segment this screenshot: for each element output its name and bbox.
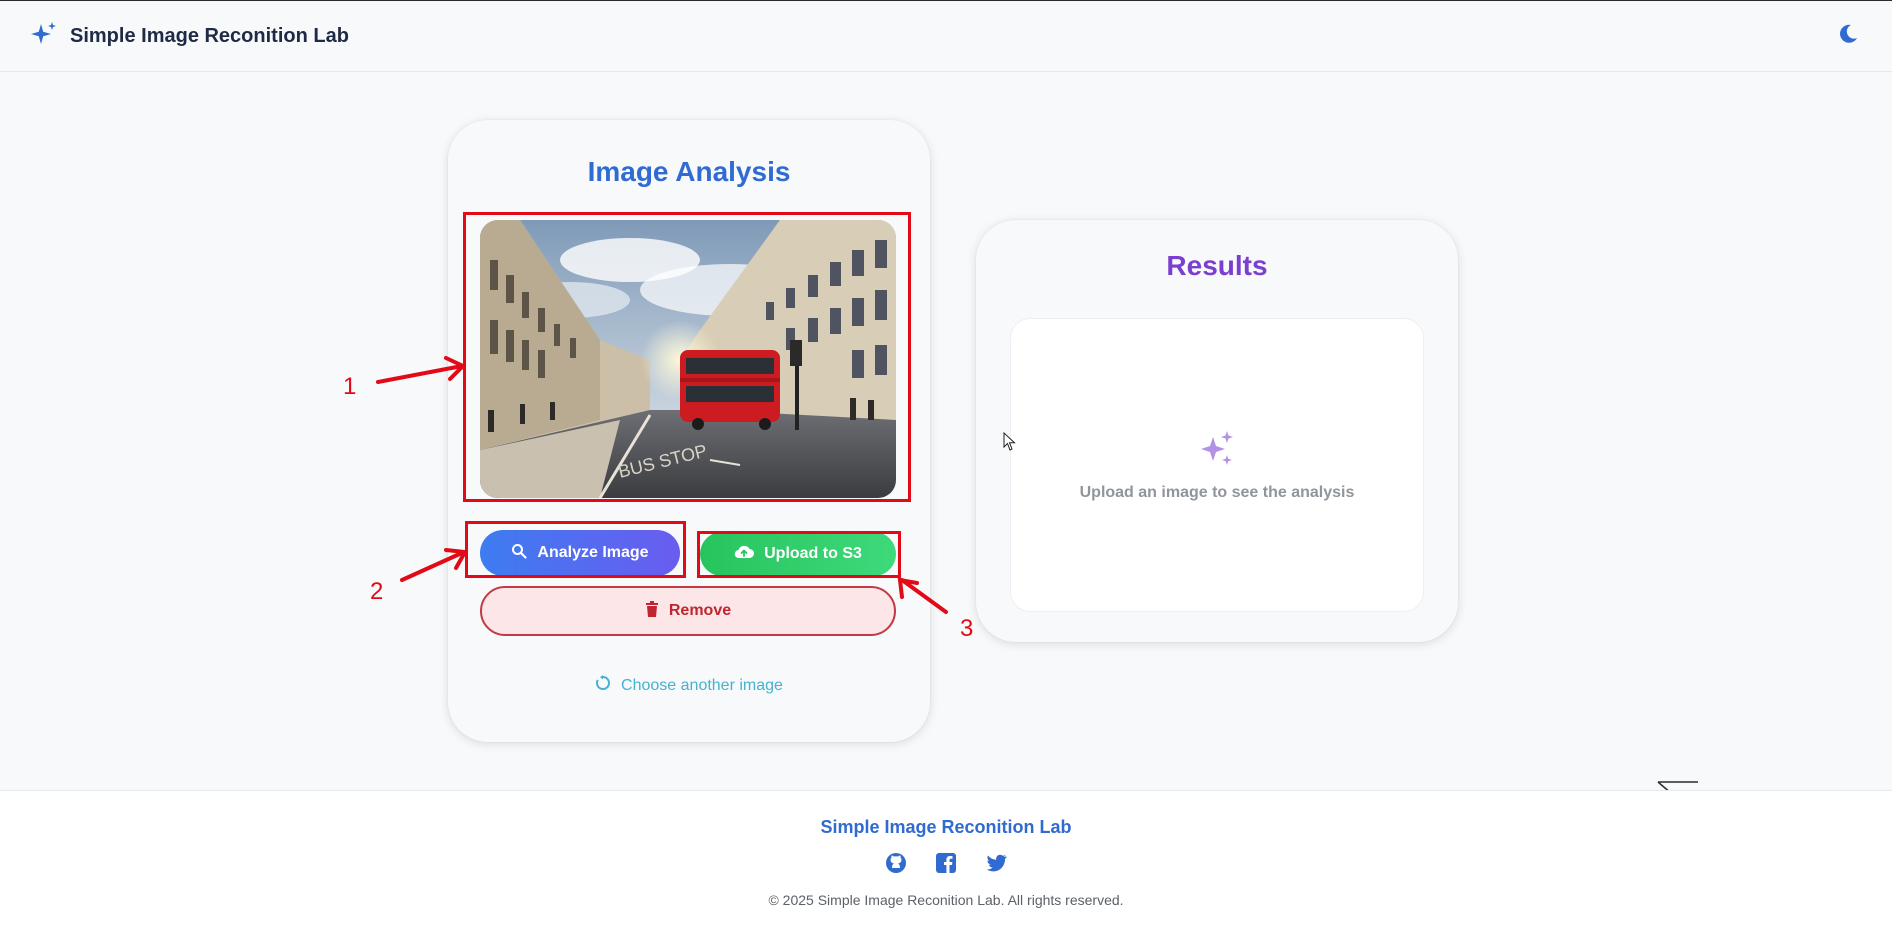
mouse-cursor [1003,431,1017,457]
facebook-icon[interactable] [934,851,958,875]
github-icon[interactable] [884,851,908,875]
annotation-number-1: 1 [343,373,357,400]
annotation-number-2: 2 [370,578,384,605]
annotation-number-3: 3 [960,615,974,642]
social-links [0,851,1892,875]
twitter-icon[interactable] [984,851,1008,875]
annotation-arrows [376,356,948,614]
copyright-text: © 2025 Simple Image Reconition Lab. All … [768,892,1124,908]
footer: Simple Image Reconition Lab © 2025 Simpl… [0,790,1892,925]
footer-title: Simple Image Reconition Lab [820,817,1072,837]
